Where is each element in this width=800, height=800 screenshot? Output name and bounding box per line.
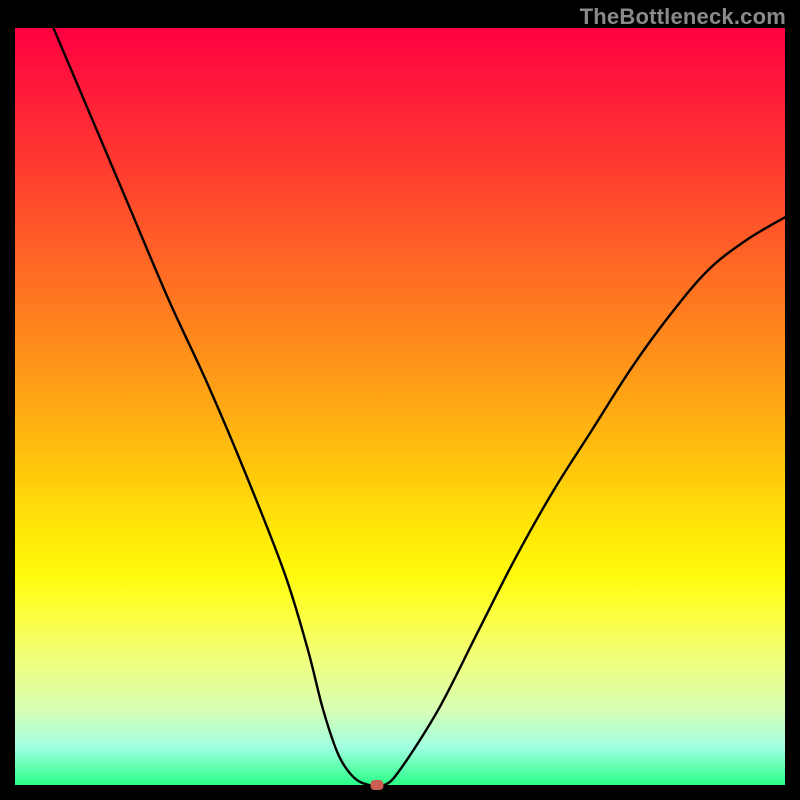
watermark-text: TheBottleneck.com bbox=[580, 4, 786, 30]
chart-frame: TheBottleneck.com bbox=[0, 0, 800, 800]
optimal-marker bbox=[370, 780, 383, 790]
bottleneck-curve bbox=[15, 28, 785, 785]
